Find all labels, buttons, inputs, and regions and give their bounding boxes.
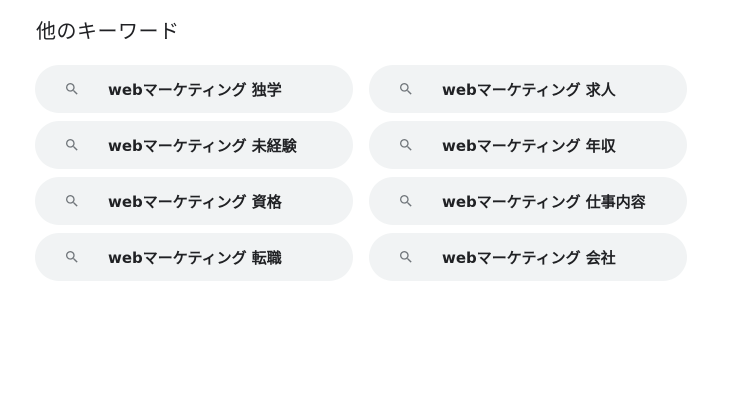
- related-search-chip[interactable]: webマーケティング 求人: [369, 65, 687, 113]
- related-search-chip[interactable]: webマーケティング 転職: [35, 233, 353, 281]
- chip-label: webマーケティング 転職: [108, 248, 282, 267]
- search-icon: [64, 249, 80, 265]
- search-icon: [398, 81, 414, 97]
- related-search-chip[interactable]: webマーケティング 未経験: [35, 121, 353, 169]
- search-icon: [64, 193, 80, 209]
- chip-label: webマーケティング 未経験: [108, 136, 297, 155]
- chip-label: webマーケティング 資格: [108, 192, 282, 211]
- search-icon: [64, 81, 80, 97]
- chip-label: webマーケティング 求人: [442, 80, 616, 99]
- related-search-chip[interactable]: webマーケティング 独学: [35, 65, 353, 113]
- chip-label: webマーケティング 仕事内容: [442, 192, 646, 211]
- search-icon: [398, 137, 414, 153]
- related-searches-grid: webマーケティング 独学 webマーケティング 求人 webマーケティング 未…: [35, 65, 687, 281]
- related-search-chip[interactable]: webマーケティング 年収: [369, 121, 687, 169]
- chip-label: webマーケティング 年収: [442, 136, 616, 155]
- search-icon: [64, 137, 80, 153]
- related-search-chip[interactable]: webマーケティング 会社: [369, 233, 687, 281]
- related-search-chip[interactable]: webマーケティング 仕事内容: [369, 177, 687, 225]
- related-search-chip[interactable]: webマーケティング 資格: [35, 177, 353, 225]
- search-icon: [398, 193, 414, 209]
- search-icon: [398, 249, 414, 265]
- chip-label: webマーケティング 独学: [108, 80, 282, 99]
- chip-label: webマーケティング 会社: [442, 248, 616, 267]
- section-title: 他のキーワード: [36, 19, 180, 43]
